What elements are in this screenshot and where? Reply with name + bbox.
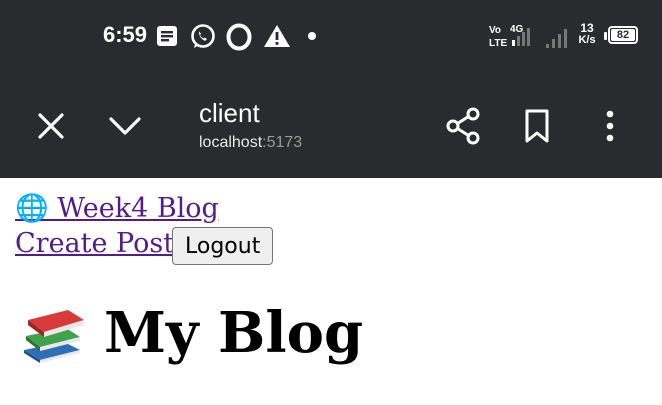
page-title: client	[199, 98, 260, 128]
close-icon	[38, 113, 64, 139]
chevron-down-icon	[109, 117, 141, 135]
page-content: 🌐 Week4 Blog Create Post Logout My Blog	[0, 178, 662, 405]
network-type: 4G	[510, 24, 524, 35]
battery-level: 82	[611, 29, 635, 41]
bookmark-button[interactable]	[515, 104, 559, 148]
volte-icon: Vo LTE 4G	[489, 24, 530, 49]
close-button[interactable]	[29, 104, 73, 148]
whatsapp-icon	[191, 24, 215, 48]
opera-icon	[226, 23, 252, 51]
page-heading: My Blog	[18, 300, 363, 366]
speed-unit: K/s	[578, 34, 596, 46]
url-port: :5173	[262, 134, 303, 151]
status-time: 6:59	[103, 22, 148, 47]
logout-button[interactable]: Logout	[172, 227, 274, 265]
more-icon	[606, 110, 614, 142]
dot-icon	[308, 32, 316, 40]
svg-text:Vo: Vo	[489, 25, 501, 36]
minimize-button[interactable]	[103, 104, 147, 148]
share-button[interactable]	[441, 104, 485, 148]
signal-icon	[546, 29, 567, 48]
url-host: localhost	[199, 134, 263, 151]
more-options-button[interactable]	[588, 104, 632, 148]
svg-text:LTE: LTE	[489, 38, 507, 49]
home-link[interactable]: 🌐 Week4 Blog	[15, 192, 219, 224]
books-icon	[24, 310, 84, 363]
heading-text: My Blog	[104, 300, 364, 366]
speed-value: 13	[580, 21, 594, 35]
warning-icon	[264, 25, 290, 47]
browser-toolbar: client localhost:5173	[0, 74, 662, 178]
create-post-link[interactable]: Create Post	[15, 228, 174, 259]
bookmark-icon	[525, 109, 549, 143]
network-speed: 13 K/s	[575, 22, 599, 46]
page-url: localhost:5173	[199, 134, 302, 152]
status-bar: 6:59 Vo LTE 4G 13 K/s 82	[0, 0, 662, 74]
notes-icon	[157, 26, 177, 46]
share-icon	[446, 107, 480, 145]
